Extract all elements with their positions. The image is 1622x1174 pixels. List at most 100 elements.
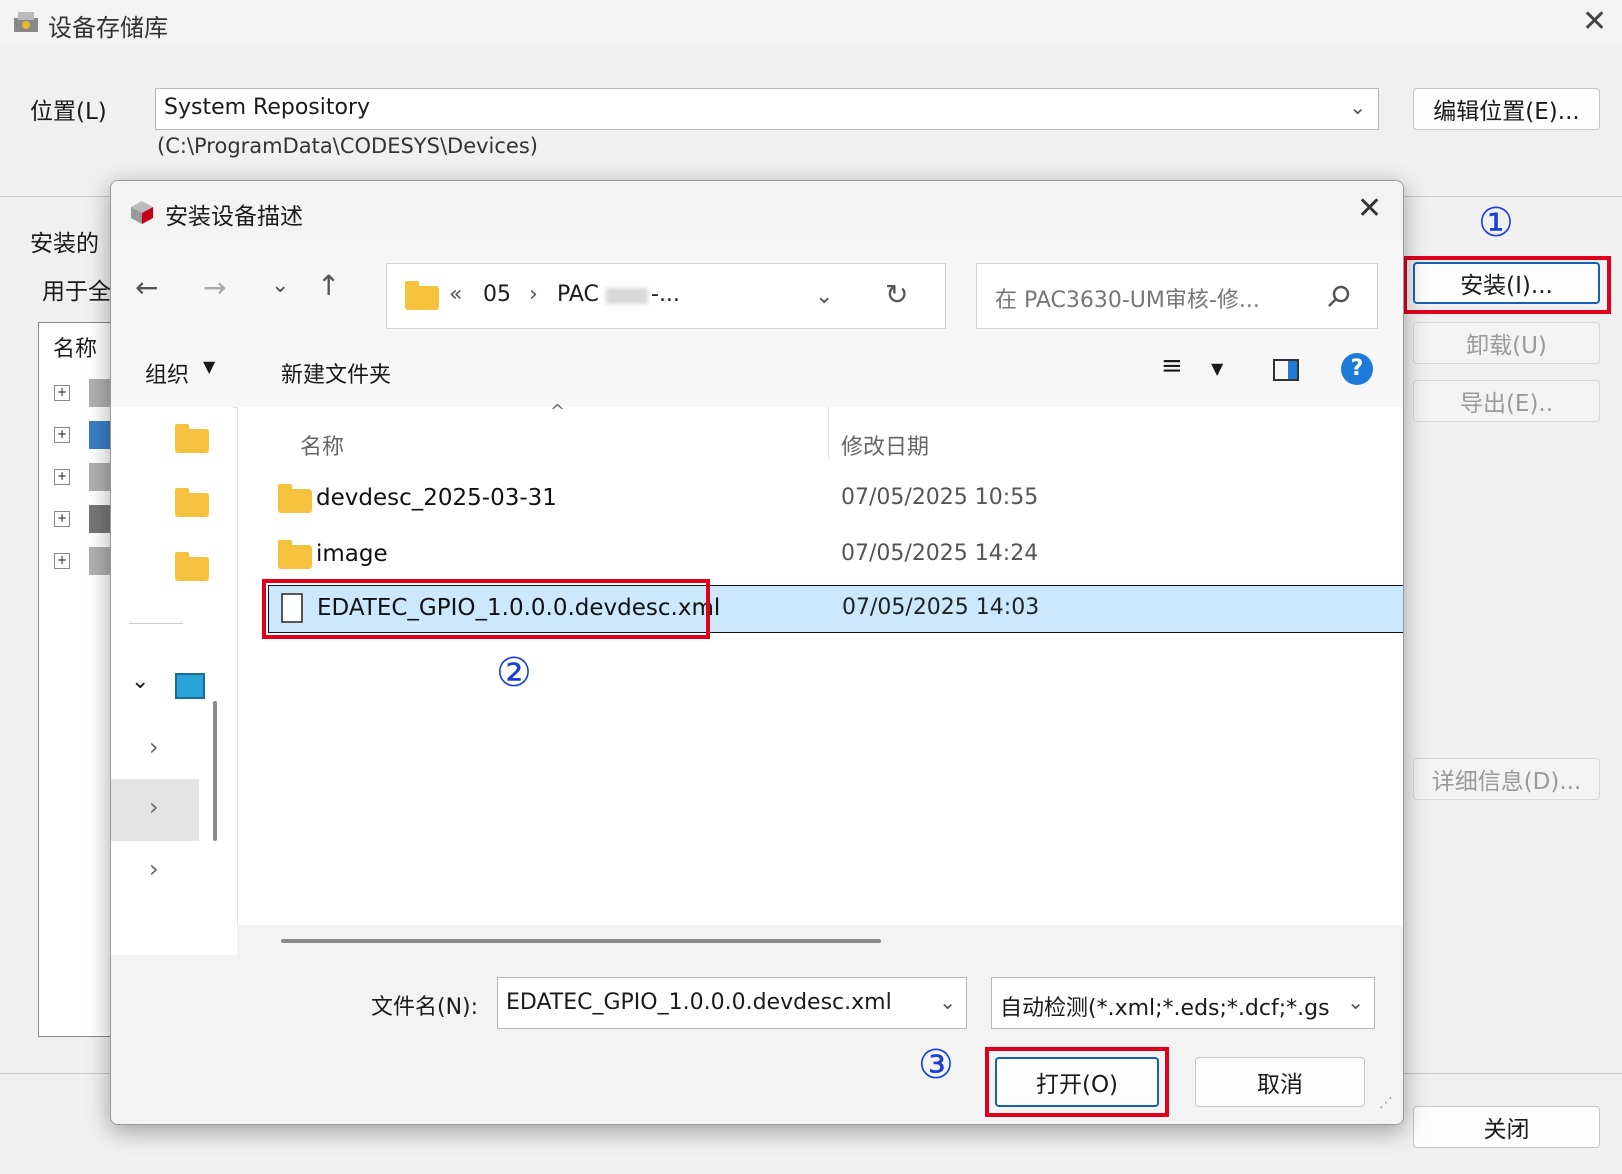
folder-icon	[278, 484, 312, 513]
chevron-right-icon[interactable]: ›	[149, 733, 159, 761]
filename-input[interactable]: EDATEC_GPIO_1.0.0.0.devdesc.xml ⌄	[497, 977, 967, 1029]
chevron-right-icon[interactable]: ›	[149, 855, 159, 883]
column-divider[interactable]	[828, 407, 829, 459]
annotation-one: ①	[1478, 200, 1514, 246]
back-arrow-icon[interactable]: ←	[135, 271, 158, 304]
location-path: (C:\ProgramData\CODESYS\Devices)	[157, 134, 538, 158]
breadcrumb-overflow[interactable]: «	[449, 282, 462, 307]
breadcrumb-item[interactable]: 05	[483, 282, 511, 307]
up-arrow-icon[interactable]: ↑	[317, 269, 340, 302]
search-placeholder: 在 PAC3630-UM审核-修...	[995, 288, 1260, 313]
expand-icon[interactable]: +	[54, 427, 70, 443]
filename-label: 文件名(N):	[371, 995, 479, 1020]
close-icon[interactable]: ✕	[1357, 191, 1382, 226]
horizontal-scrollbar-track[interactable]	[237, 925, 1403, 955]
edit-location-button[interactable]: 编辑位置(E)...	[1413, 88, 1600, 130]
chevron-down-icon[interactable]: ⌄	[939, 990, 956, 1014]
filename-value: EDATEC_GPIO_1.0.0.0.devdesc.xml	[506, 990, 892, 1015]
details-button[interactable]: 详细信息(D)...	[1413, 758, 1600, 800]
folder-icon	[405, 281, 439, 310]
dialog-title-bar: 安装设备描述 ✕	[111, 181, 1403, 241]
chevron-down-icon: ⌄	[1349, 95, 1366, 119]
install-device-description-dialog: 安装设备描述 ✕ ← → ⌄ ↑ « 05 › PAC -... ⌄ ↻ 在 P…	[110, 180, 1404, 1125]
for-all-label: 用于全	[42, 279, 111, 305]
caret-down-icon[interactable]: ▼	[1211, 359, 1223, 378]
search-icon	[1328, 285, 1350, 307]
cancel-button[interactable]: 取消	[1195, 1057, 1365, 1107]
install-button[interactable]: 安装(I)...	[1413, 262, 1600, 304]
device-icon	[89, 505, 111, 533]
folder-icon	[278, 540, 312, 569]
chevron-right-icon[interactable]: ›	[149, 793, 159, 821]
sort-ascending-icon: ^	[550, 401, 566, 422]
window-title: 设备存储库	[48, 14, 168, 42]
installed-label: 安装的	[30, 231, 99, 257]
column-header-modified[interactable]: 修改日期	[841, 429, 929, 461]
annotation-box-file	[262, 579, 710, 639]
device-tree[interactable]: 名称 + + + + +	[38, 322, 118, 1037]
file-name: devdesc_2025-03-31	[316, 485, 557, 511]
organize-menu[interactable]: 组织	[145, 357, 189, 389]
computer-icon[interactable]	[175, 673, 205, 699]
expand-icon[interactable]: +	[54, 511, 70, 527]
open-button[interactable]: 打开(O)	[995, 1057, 1159, 1107]
breadcrumb-item[interactable]: -...	[651, 282, 680, 307]
chevron-down-icon[interactable]: ⌄	[131, 669, 149, 694]
search-input[interactable]: 在 PAC3630-UM审核-修...	[976, 263, 1378, 329]
expand-icon[interactable]: +	[54, 385, 70, 401]
chevron-down-icon[interactable]: ⌄	[815, 284, 833, 309]
chevron-down-icon: ⌄	[1347, 990, 1364, 1014]
annotation-two: ②	[496, 650, 532, 696]
divider	[129, 623, 183, 624]
table-row[interactable]: devdesc_2025-03-31 07/05/2025 10:55	[238, 473, 1403, 527]
refresh-icon[interactable]: ↻	[885, 278, 908, 311]
resize-grip-icon[interactable]: ⋰	[1379, 1095, 1393, 1111]
new-folder-button[interactable]: 新建文件夹	[281, 357, 391, 389]
location-value: System Repository	[164, 95, 371, 120]
device-icon	[89, 379, 111, 407]
export-button[interactable]: 导出(E)..	[1413, 380, 1600, 422]
column-header-name[interactable]: 名称	[300, 429, 344, 461]
expand-icon[interactable]: +	[54, 553, 70, 569]
location-select[interactable]: System Repository ⌄	[155, 88, 1379, 130]
device-icon	[89, 463, 111, 491]
folder-icon[interactable]	[175, 424, 209, 453]
nav-scrollbar[interactable]	[213, 701, 217, 841]
annotation-three: ③	[918, 1042, 954, 1088]
help-icon[interactable]: ?	[1341, 353, 1373, 385]
file-type-select[interactable]: 自动检测(*.xml;*.eds;*.dcf;*.gs ⌄	[991, 977, 1375, 1029]
dialog-footer: 文件名(N): EDATEC_GPIO_1.0.0.0.devdesc.xml …	[111, 955, 1403, 1124]
file-date: 07/05/2025 14:24	[841, 541, 1039, 566]
caret-down-icon[interactable]: ▼	[203, 357, 215, 376]
table-row[interactable]: image 07/05/2025 14:24	[238, 529, 1403, 583]
preview-pane-icon[interactable]	[1273, 359, 1299, 381]
file-name: image	[316, 541, 388, 567]
forward-arrow-icon[interactable]: →	[203, 271, 226, 304]
file-type-value: 自动检测(*.xml;*.eds;*.dcf;*.gs	[1000, 996, 1330, 1021]
device-icon	[89, 421, 111, 449]
navigation-pane[interactable]: ⌄ › › ›	[111, 407, 233, 925]
close-icon[interactable]: ✕	[1582, 4, 1607, 39]
close-button[interactable]: 关闭	[1413, 1106, 1600, 1148]
horizontal-scrollbar-thumb[interactable]	[281, 939, 881, 943]
breadcrumb-separator: ›	[529, 282, 538, 307]
folder-icon[interactable]	[175, 488, 209, 517]
address-bar[interactable]: « 05 › PAC -... ⌄ ↻	[386, 263, 946, 329]
repository-icon	[14, 12, 38, 32]
file-list[interactable]: ^ 名称 修改日期 devdesc_2025-03-31 07/05/2025 …	[237, 401, 1403, 925]
chevron-down-icon[interactable]: ⌄	[271, 273, 289, 298]
folder-icon[interactable]	[175, 552, 209, 581]
file-date: 07/05/2025 10:55	[841, 485, 1039, 510]
tree-header-name: 名称	[53, 337, 98, 362]
blurred-text	[606, 288, 648, 304]
cube-icon	[131, 201, 153, 224]
device-icon	[89, 547, 111, 575]
command-bar: 组织 ▼ 新建文件夹 ≡ ▼ ?	[111, 335, 1403, 408]
dialog-title: 安装设备描述	[165, 204, 303, 230]
breadcrumb-item[interactable]: PAC	[557, 282, 599, 307]
navigation-bar: ← → ⌄ ↑ « 05 › PAC -... ⌄ ↻ 在 PAC3630-UM…	[111, 241, 1403, 335]
location-label: 位置(L)	[30, 99, 107, 125]
view-list-icon[interactable]: ≡	[1161, 351, 1183, 381]
expand-icon[interactable]: +	[54, 469, 70, 485]
uninstall-button[interactable]: 卸载(U)	[1413, 322, 1600, 364]
